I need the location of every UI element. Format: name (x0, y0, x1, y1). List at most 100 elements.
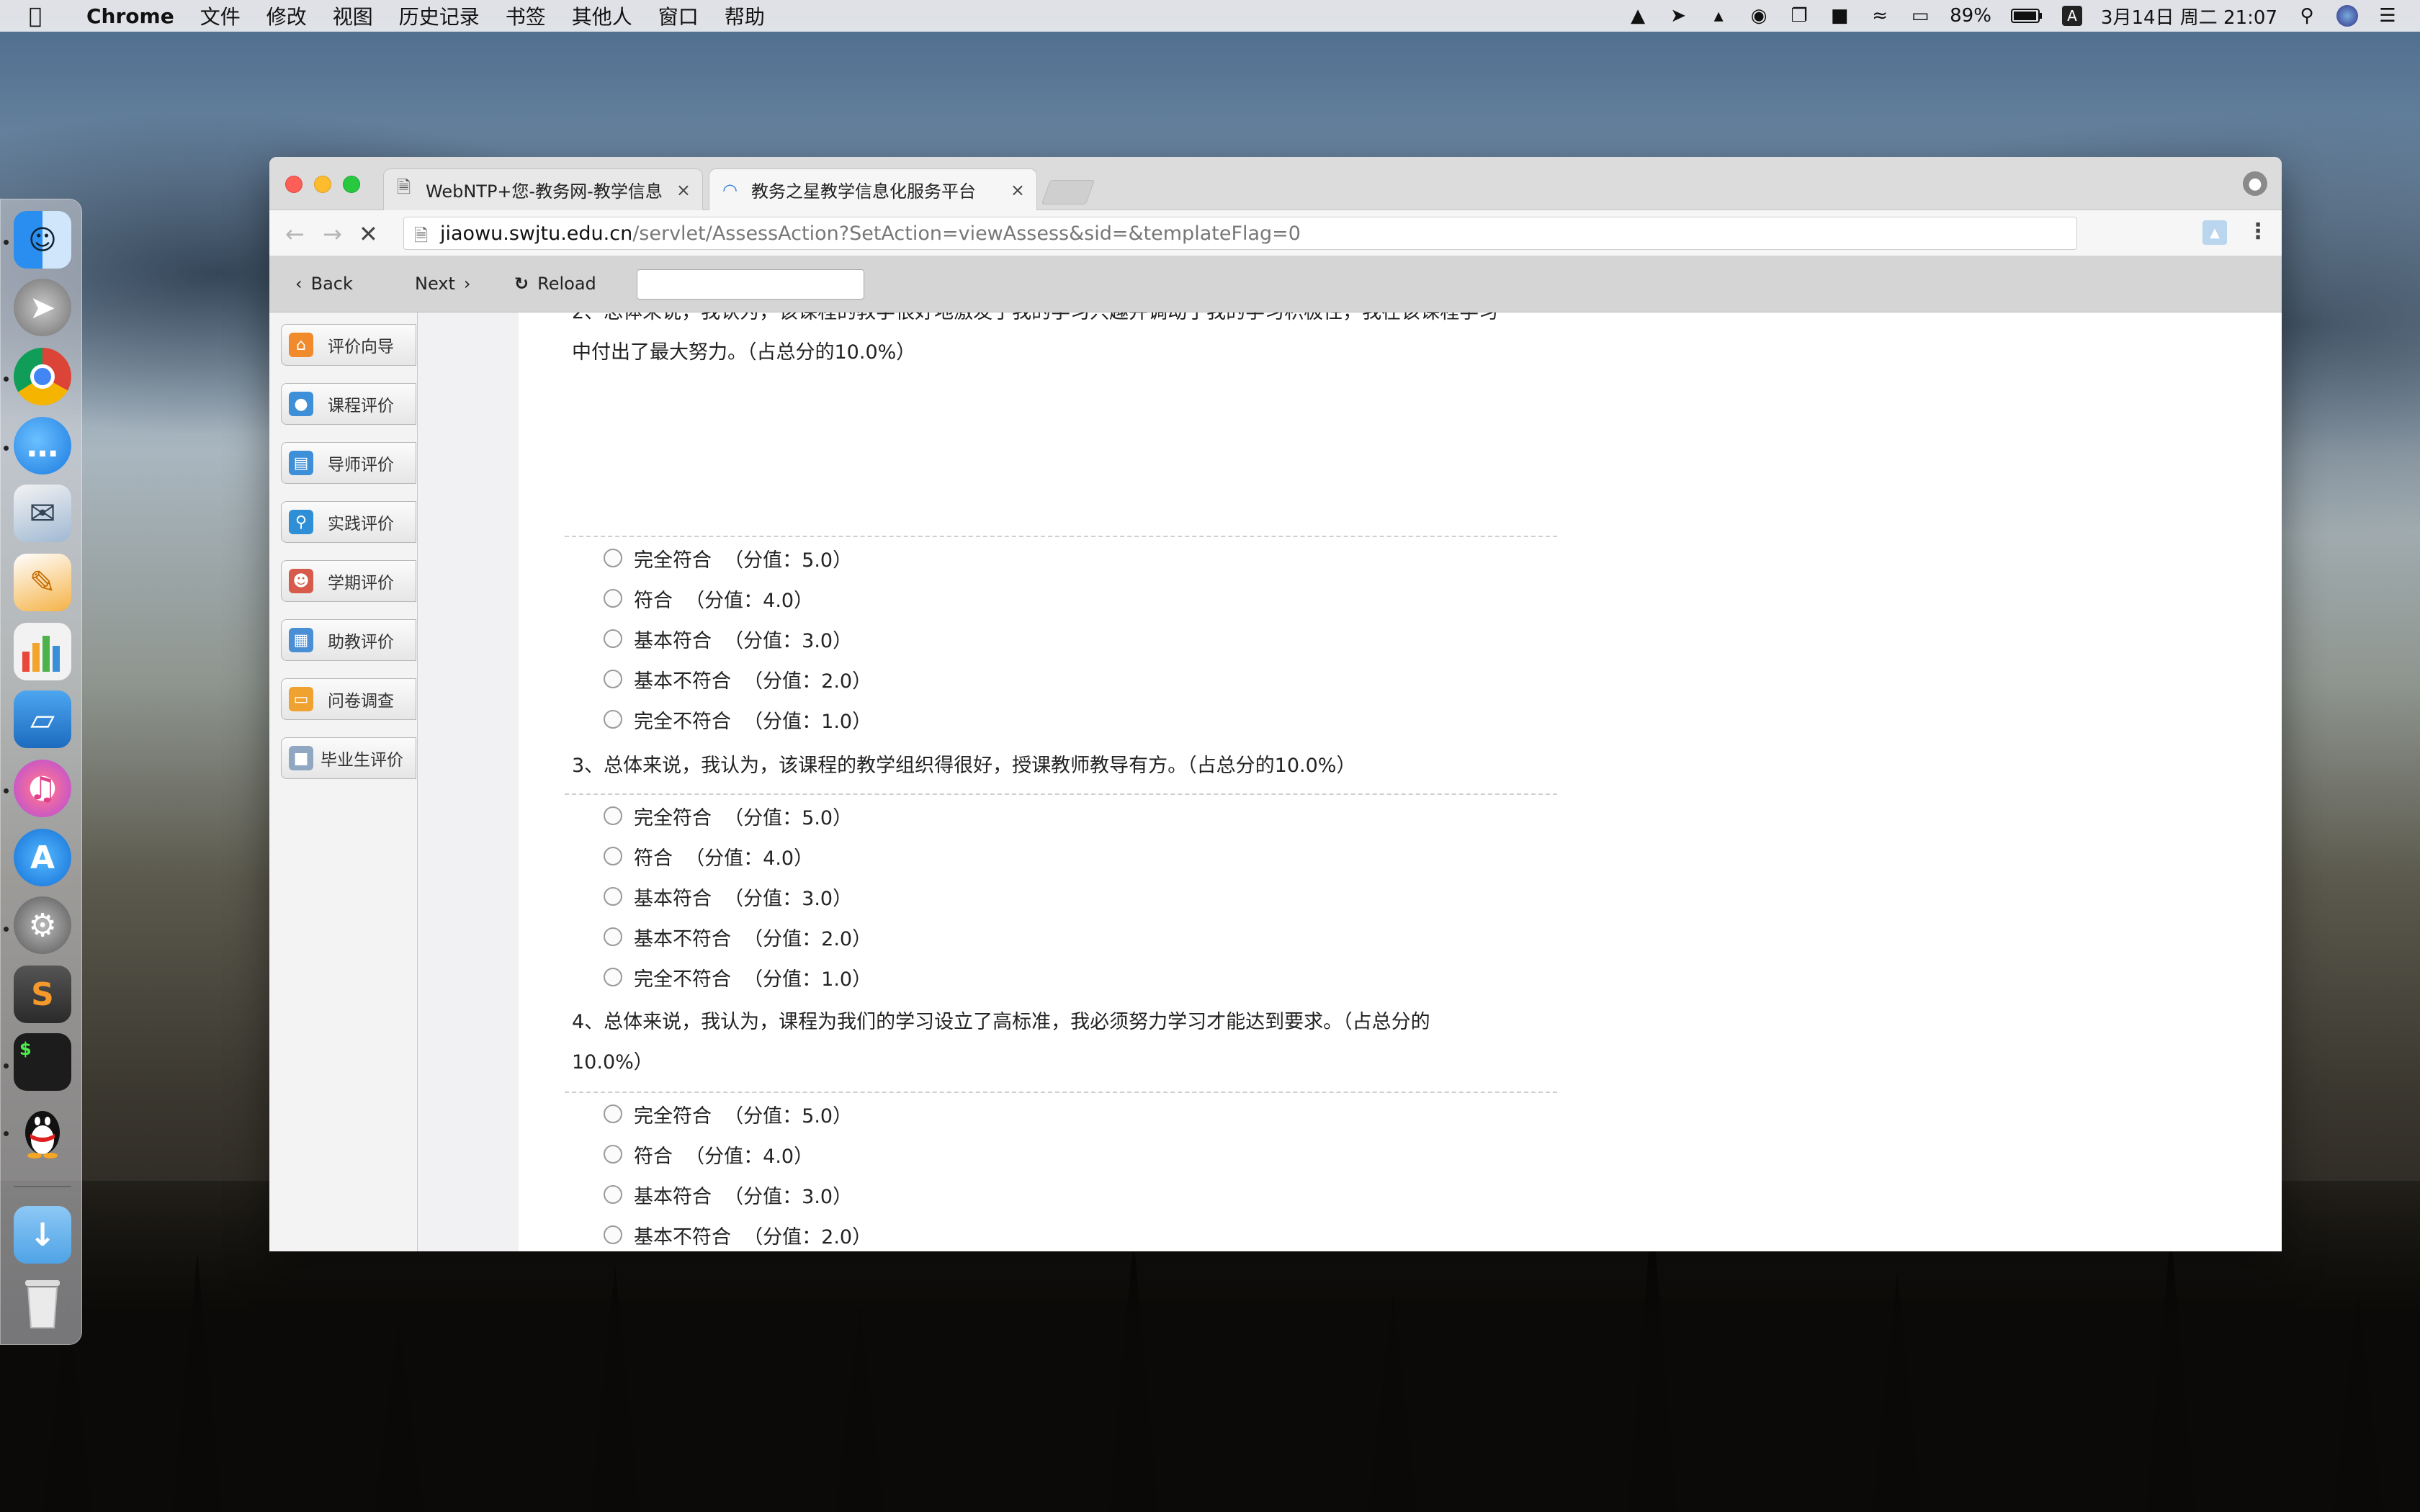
menu-bookmarks[interactable]: 书签 (506, 1, 546, 30)
sidebar-item-course[interactable]: ● 课程评价 (281, 383, 416, 425)
browser-toolbar: ← → ✕ 🗎 jiaowu.swjtu.edu.cn/servlet/Asse… (269, 210, 2282, 256)
terminal-icon[interactable]: $ (14, 1033, 71, 1091)
radio-button[interactable] (604, 1104, 622, 1123)
radio-button[interactable] (604, 1145, 622, 1164)
option-row[interactable]: 基本符合 （分值：3.0） (604, 624, 852, 653)
option-row[interactable]: 完全符合 （分值：5.0） (604, 1099, 852, 1128)
question-divider (565, 793, 1557, 795)
disk-icon[interactable]: ◉ (1748, 5, 1770, 27)
option-row[interactable]: 基本符合 （分值：3.0） (604, 882, 852, 911)
app-store-icon[interactable]: A (14, 829, 71, 886)
option-row[interactable]: 基本不符合 （分值：2.0） (604, 922, 871, 951)
navbar-search-input[interactable] (637, 269, 864, 300)
radio-button[interactable] (604, 847, 622, 865)
wifi-icon[interactable]: ≈ (1869, 5, 1891, 27)
loading-spinner-icon: ◠ (722, 179, 738, 200)
send-icon[interactable]: ➤ (1667, 5, 1689, 27)
radio-button[interactable] (604, 806, 622, 825)
chrome-icon[interactable] (14, 348, 71, 405)
qq-status-icon[interactable]: ▲ (1627, 5, 1649, 27)
sidebar-item-semester[interactable]: ☻ 学期评价 (281, 560, 416, 602)
close-tab-icon[interactable]: × (1010, 180, 1025, 200)
back-arrow-icon[interactable]: ← (285, 220, 305, 248)
tab-webntp[interactable]: 🗎 WebNTP+您-教务网-教学信息 × (383, 168, 703, 210)
finder-icon[interactable]: ☺ (14, 211, 71, 269)
radio-button[interactable] (604, 1185, 622, 1204)
screens-icon[interactable]: ❐ (1788, 5, 1810, 27)
option-row[interactable]: 完全符合 （分值：5.0） (604, 544, 852, 572)
forward-arrow-icon[interactable]: → (323, 220, 342, 248)
new-tab-button[interactable] (1041, 180, 1095, 204)
trash-icon[interactable] (14, 1275, 71, 1333)
option-row[interactable]: 完全符合 （分值：5.0） (604, 801, 852, 830)
messages-icon[interactable]: … (14, 417, 71, 474)
menu-view[interactable]: 视图 (333, 1, 373, 30)
next-button[interactable]: Next › (415, 274, 471, 294)
option-row[interactable]: 基本不符合 （分值：2.0） (604, 1220, 871, 1249)
menu-window[interactable]: 窗口 (658, 1, 699, 30)
option-row[interactable]: 符合 （分值：4.0） (604, 1140, 813, 1169)
close-tab-icon[interactable]: × (676, 180, 691, 200)
mail-icon[interactable]: ✉ (14, 485, 71, 542)
option-row[interactable]: 符合 （分值：4.0） (604, 842, 813, 870)
sidebar-item-tutor[interactable]: ▤ 导师评价 (281, 442, 416, 484)
page-info-icon[interactable]: 🗎 (414, 223, 428, 253)
option-row[interactable]: 符合 （分值：4.0） (604, 584, 813, 613)
apple-icon[interactable]:  (29, 4, 65, 29)
radio-button[interactable] (604, 670, 622, 688)
maximize-window-button[interactable] (343, 176, 360, 193)
menu-people[interactable]: 其他人 (572, 1, 632, 30)
option-row[interactable]: 基本符合 （分值：3.0） (604, 1180, 852, 1209)
option-row[interactable]: 完全不符合 （分值：1.0） (604, 963, 871, 991)
airplay-icon[interactable]: ▭ (1909, 5, 1931, 27)
launchpad-icon[interactable]: ➤ (14, 279, 71, 336)
radio-button[interactable] (604, 1225, 622, 1244)
rocket-status-icon[interactable]: ▴ (1708, 5, 1729, 27)
menu-file[interactable]: 文件 (200, 1, 241, 30)
notification-center-icon[interactable]: ☰ (2377, 5, 2398, 27)
clock[interactable]: 3月14日 周二 21:07 (2101, 3, 2277, 30)
sidebar-item-ta[interactable]: ▦ 助教评价 (281, 619, 416, 661)
profile-icon[interactable]: ● (2243, 171, 2267, 196)
menu-app-name[interactable]: Chrome (86, 4, 174, 28)
back-button[interactable]: ‹ Back (295, 274, 353, 294)
lock-status-icon[interactable]: ■ (1829, 5, 1850, 27)
sidebar-item-survey[interactable]: ▭ 问卷调查 (281, 678, 416, 720)
radio-button[interactable] (604, 629, 622, 648)
qq-icon[interactable] (14, 1102, 71, 1160)
radio-button[interactable] (604, 887, 622, 906)
input-method-icon[interactable]: A (2061, 6, 2082, 26)
tab-jiaowu[interactable]: ◠ 教务之星教学信息化服务平台 × (709, 168, 1037, 210)
reload-button[interactable]: ↻ Reload (514, 274, 596, 294)
menu-help[interactable]: 帮助 (725, 1, 765, 30)
sidebar-item-practice[interactable]: ⚲ 实践评价 (281, 501, 416, 543)
option-row[interactable]: 基本不符合 （分值：2.0） (604, 665, 871, 693)
radio-button[interactable] (604, 549, 622, 567)
siri-icon[interactable] (2336, 5, 2358, 27)
downloads-folder-icon[interactable]: ↓ (14, 1206, 71, 1264)
sidebar-item-guide[interactable]: ⌂ 评价向导 (281, 324, 416, 366)
keynote-icon[interactable]: ▱ (14, 690, 71, 748)
lock-icon: ■ (289, 746, 313, 770)
extension-icon[interactable]: ▲ (2202, 220, 2227, 245)
menu-history[interactable]: 历史记录 (399, 1, 480, 30)
itunes-icon[interactable]: ♫ (14, 760, 71, 817)
radio-button[interactable] (604, 968, 622, 986)
numbers-icon[interactable] (14, 623, 71, 680)
sublime-text-icon[interactable]: S (14, 966, 71, 1023)
minimize-window-button[interactable] (314, 176, 331, 193)
spotlight-icon[interactable]: ⚲ (2296, 5, 2318, 27)
battery-icon[interactable] (2010, 5, 2043, 27)
menu-edit[interactable]: 修改 (266, 1, 307, 30)
sidebar-item-graduate[interactable]: ■ 毕业生评价 (281, 737, 416, 779)
radio-button[interactable] (604, 710, 622, 729)
menu-kebab-icon[interactable]: ⋮ (2247, 219, 2269, 244)
option-row[interactable]: 完全不符合 （分值：1.0） (604, 705, 871, 734)
radio-button[interactable] (604, 927, 622, 946)
system-preferences-icon[interactable]: ⚙ (14, 896, 71, 954)
pages-icon[interactable]: ✎ (14, 554, 71, 611)
radio-button[interactable] (604, 589, 622, 608)
address-bar[interactable]: 🗎 jiaowu.swjtu.edu.cn/servlet/AssessActi… (403, 217, 2077, 250)
close-window-button[interactable] (285, 176, 302, 193)
stop-icon[interactable]: ✕ (359, 220, 378, 248)
